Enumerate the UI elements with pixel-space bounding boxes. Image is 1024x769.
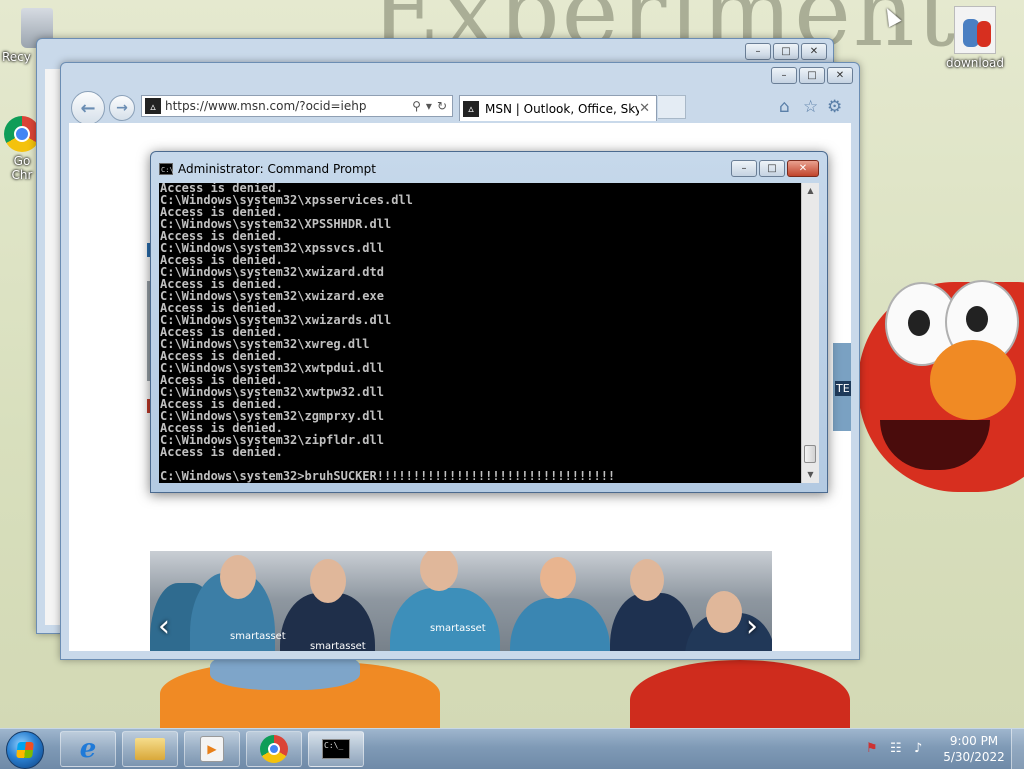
new-tab-button[interactable]	[658, 95, 686, 119]
scrollbar-thumb[interactable]	[804, 445, 816, 463]
news-carousel[interactable]: smartasset smartasset smartasset smartas…	[150, 551, 772, 651]
elmo-pupil	[908, 310, 930, 336]
command-prompt-window[interactable]: C:\_ Administrator: Command Prompt – □ ✕…	[150, 151, 828, 493]
carousel-image	[510, 598, 610, 651]
folder-icon	[135, 738, 165, 760]
taskbar-internet-explorer[interactable]: e	[60, 731, 116, 767]
back-button[interactable]: ←	[71, 91, 105, 125]
address-url[interactable]: https://www.msn.com/?ocid=iehp	[165, 99, 412, 113]
ad-banner[interactable]: TE	[833, 343, 851, 431]
clock-date: 5/30/2022	[943, 750, 1005, 764]
msn-icon: ▵	[145, 98, 161, 114]
download-icon	[954, 6, 996, 54]
window-titlebar[interactable]: C:\_ Administrator: Command Prompt	[159, 160, 376, 178]
refresh-icon[interactable]: ↻	[437, 99, 447, 113]
shirt-text: smartasset	[230, 631, 286, 642]
cmd-icon: C:\_	[322, 739, 350, 759]
ad-text: TE	[835, 381, 851, 396]
cmd-icon: C:\_	[159, 163, 178, 175]
carousel-image	[220, 555, 256, 599]
taskbar-windows-explorer[interactable]	[122, 731, 178, 767]
close-button[interactable]: ✕	[787, 160, 819, 177]
shirt-text: smartasset	[430, 623, 486, 634]
carousel-image	[706, 591, 742, 633]
carousel-image	[540, 557, 576, 599]
vertical-scrollbar[interactable]: ▲ ▼	[801, 183, 819, 483]
show-desktop-button[interactable]	[1011, 729, 1024, 769]
minimize-button[interactable]: –	[745, 43, 771, 60]
taskbar: e ▶ C:\_ ⚑ ☷ ♪ 9:00 PM 5/30/2022	[0, 728, 1024, 769]
ie-icon: e	[79, 734, 97, 764]
clock-time: 9:00 PM	[949, 734, 999, 748]
forward-button[interactable]: →	[109, 95, 135, 121]
action-center-flag-icon[interactable]: ⚑	[866, 741, 878, 756]
favorites-star-icon[interactable]: ☆	[803, 97, 818, 117]
window-controls: – □ ✕	[731, 160, 819, 177]
window-title: Administrator: Command Prompt	[178, 162, 376, 176]
maximize-button[interactable]: □	[759, 160, 785, 177]
carousel-image	[630, 559, 664, 601]
console-output[interactable]: Access is denied. C:\Windows\system32\xp…	[159, 183, 801, 483]
carousel-image	[390, 588, 500, 651]
taskbar-command-prompt[interactable]: C:\_	[308, 731, 364, 767]
search-icon[interactable]: ⚲	[412, 99, 421, 113]
carousel-image	[420, 551, 458, 591]
forward-arrow-icon: →	[116, 100, 128, 116]
system-clock[interactable]: 9:00 PM 5/30/2022	[934, 733, 1014, 765]
elmo-nose	[930, 340, 1016, 420]
maximize-button[interactable]: □	[799, 67, 825, 84]
desktop-icon-label: download	[945, 56, 1005, 70]
tab-msn[interactable]: ▵ MSN | Outlook, Office, Sky... ✕	[459, 95, 657, 121]
volume-icon[interactable]: ♪	[914, 741, 922, 756]
carousel-next-button[interactable]: ›	[746, 609, 758, 644]
close-button[interactable]: ✕	[801, 43, 827, 60]
network-icon[interactable]: ☷	[890, 741, 902, 756]
media-player-icon: ▶	[200, 736, 224, 762]
msn-icon: ▵	[463, 100, 479, 117]
minimize-button[interactable]: –	[771, 67, 797, 84]
maximize-button[interactable]: □	[773, 43, 799, 60]
dropdown-icon[interactable]: ▾	[426, 99, 432, 113]
tab-title: MSN | Outlook, Office, Sky...	[485, 101, 640, 116]
address-bar[interactable]: ▵ https://www.msn.com/?ocid=iehp ⚲ ▾ ↻	[141, 95, 453, 117]
desktop-icon-download[interactable]: download	[940, 6, 1010, 70]
windows-logo-icon	[16, 742, 34, 758]
back-arrow-icon: ←	[80, 97, 96, 119]
settings-gear-icon[interactable]: ⚙	[827, 97, 842, 117]
chrome-icon	[4, 116, 40, 152]
close-tab-icon[interactable]: ✕	[639, 101, 650, 116]
home-icon[interactable]: ⌂	[779, 97, 790, 117]
scroll-up-arrow-icon[interactable]: ▲	[802, 183, 819, 199]
taskbar-media-player[interactable]: ▶	[184, 731, 240, 767]
elmo-pupil	[966, 306, 988, 332]
shirt-text: smartasset	[310, 641, 366, 651]
minimize-button[interactable]: –	[731, 160, 757, 177]
start-button[interactable]	[6, 731, 44, 769]
scroll-down-arrow-icon[interactable]: ▼	[802, 467, 819, 483]
carousel-prev-button[interactable]: ‹	[158, 609, 170, 644]
window-controls: – □ ✕	[771, 67, 853, 84]
carousel-image	[310, 559, 346, 603]
wallpaper-character	[630, 660, 850, 728]
console-text: Access is denied. C:\Windows\system32\xp…	[160, 183, 616, 483]
carousel-image	[610, 593, 695, 651]
chrome-icon	[260, 735, 288, 763]
taskbar-google-chrome[interactable]	[246, 731, 302, 767]
window-controls: – □ ✕	[745, 43, 827, 60]
close-button[interactable]: ✕	[827, 67, 853, 84]
